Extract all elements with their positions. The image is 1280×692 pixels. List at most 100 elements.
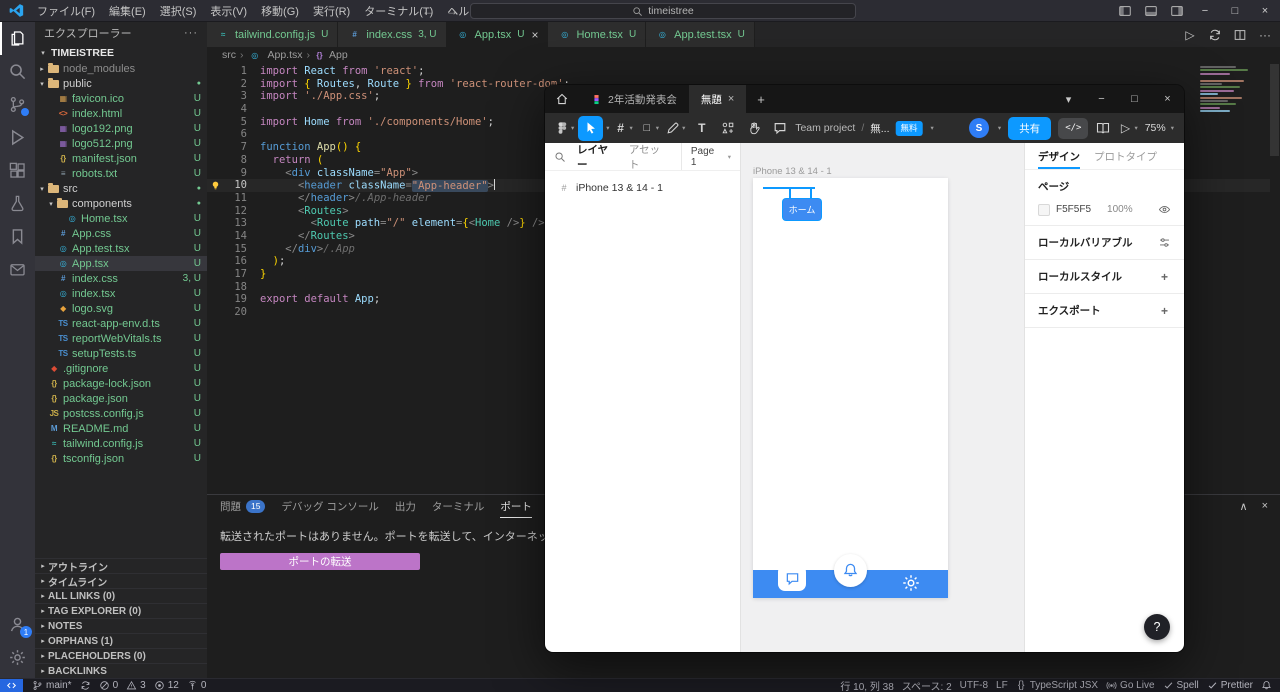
status-TypeScript-JSX[interactable]: {} TypeScript JSX <box>1012 679 1102 692</box>
search-icon[interactable] <box>554 151 566 163</box>
breadcrumb-App.tsx[interactable]: App.tsx <box>268 49 303 61</box>
new-tab-button[interactable]: + <box>746 92 776 107</box>
frame-label[interactable]: iPhone 13 & 14 - 1 <box>753 166 832 177</box>
status-LF[interactable]: LF <box>992 679 1012 692</box>
share-button[interactable]: 共有 <box>1008 116 1052 140</box>
bell-icon[interactable] <box>834 554 867 587</box>
activity-run-debug[interactable] <box>0 121 35 154</box>
file-.gitignore[interactable]: ◆ .gitignore U <box>35 361 207 376</box>
file-logo192.png[interactable]: ▦ logo192.png U <box>35 121 207 136</box>
status-スペース:-2[interactable]: スペース: 2 <box>898 679 956 692</box>
pen-tool[interactable]: ▾ <box>663 116 688 141</box>
maximize-button[interactable]: □ <box>1118 85 1151 113</box>
library-icon[interactable] <box>1095 120 1111 136</box>
more-actions-icon[interactable]: ··· <box>184 27 198 39</box>
layer-item[interactable]: # iPhone 13 & 14 - 1 <box>545 175 740 200</box>
chevron-down-icon[interactable]: ▾ <box>998 124 1001 132</box>
project-root[interactable]: ▾ TIMEISTREE <box>35 44 207 61</box>
resources-tool[interactable] <box>715 116 740 141</box>
tab-App.tsx[interactable]: ◎ App.tsx U × <box>446 22 549 47</box>
close-panel-icon[interactable]: × <box>1262 500 1268 513</box>
figma-tab-untitled[interactable]: 無題 × <box>688 85 747 113</box>
section-NOTES[interactable]: ▸ NOTES <box>35 618 207 633</box>
scrollbar[interactable] <box>1270 64 1279 156</box>
file-package-lock.json[interactable]: {} package-lock.json U <box>35 376 207 391</box>
activity-source-control[interactable] <box>0 88 35 121</box>
text-tool[interactable]: T <box>689 116 714 141</box>
menu-item[interactable]: 選択(S) <box>153 0 204 21</box>
shape-tool[interactable]: □ ▾ <box>637 116 662 141</box>
status-3[interactable]: 3 <box>122 679 150 692</box>
file-App.test.tsx[interactable]: ◎ App.test.tsx U <box>35 241 207 256</box>
maximize-button[interactable]: □ <box>1220 0 1250 22</box>
activity-testing[interactable] <box>0 187 35 220</box>
split-editor-icon[interactable] <box>1233 28 1247 42</box>
tab-tailwind.config.js[interactable]: ≈ tailwind.config.js U <box>207 22 339 47</box>
panel-tab-出力[interactable]: 出力 <box>395 495 416 518</box>
status-UTF-8[interactable]: UTF-8 <box>956 679 992 692</box>
tab-prototype[interactable]: プロトタイプ <box>1094 149 1157 164</box>
figma-canvas[interactable]: iPhone 13 & 14 - 1 ホーム <box>741 143 1024 652</box>
file-breadcrumb[interactable]: Team project / 無... 無料 ▾ <box>795 113 934 143</box>
status-sync[interactable] <box>76 679 95 692</box>
toggle-panel-icon[interactable] <box>1138 0 1164 22</box>
minimize-button[interactable]: − <box>1190 0 1220 22</box>
section-BACKLINKS[interactable]: ▸ BACKLINKS <box>35 663 207 678</box>
file-App.tsx[interactable]: ◎ App.tsx U <box>35 256 207 271</box>
comment-tool[interactable] <box>767 116 792 141</box>
sync-icon[interactable] <box>1208 28 1222 42</box>
file-package.json[interactable]: {} package.json U <box>35 391 207 406</box>
page-color-swatch[interactable] <box>1038 203 1050 216</box>
section-PLACEHOLDERS (0)[interactable]: ▸ PLACEHOLDERS (0) <box>35 648 207 663</box>
status-0[interactable]: 0 <box>183 679 211 692</box>
panel-tab-ターミナル[interactable]: ターミナル <box>432 495 485 518</box>
forward-icon[interactable]: → <box>446 4 458 18</box>
status-Go-Live[interactable]: Go Live <box>1102 679 1158 692</box>
menu-item[interactable]: 実行(R) <box>306 0 357 21</box>
main-menu-button[interactable]: ▾ <box>552 116 577 141</box>
section-タイムライン[interactable]: ▸ タイムライン <box>35 573 207 589</box>
file-react-app-env.d.ts[interactable]: TS react-app-env.d.ts U <box>35 316 207 331</box>
toggle-sidebar-icon[interactable] <box>1112 0 1138 22</box>
file-reportWebVitals.ts[interactable]: TS reportWebVitals.ts U <box>35 331 207 346</box>
activity-extensions[interactable] <box>0 154 35 187</box>
add-export-button[interactable]: + <box>1158 304 1171 318</box>
section-TAG EXPLORER (0)[interactable]: ▸ TAG EXPLORER (0) <box>35 603 207 618</box>
maximize-panel-icon[interactable]: ∧ <box>1240 500 1248 513</box>
tab-App.test.tsx[interactable]: ◎ App.test.tsx U <box>646 22 755 47</box>
figma-tab-presentation[interactable]: 2年活動発表会 <box>579 85 689 113</box>
activity-settings[interactable] <box>0 641 35 674</box>
status-12[interactable]: 12 <box>150 679 183 692</box>
move-tool[interactable] <box>578 115 604 141</box>
file-setupTests.ts[interactable]: TS setupTests.ts U <box>35 346 207 361</box>
close-icon[interactable]: × <box>531 29 538 41</box>
breadcrumb-App[interactable]: App <box>329 49 348 61</box>
file-App.css[interactable]: # App.css U <box>35 226 207 241</box>
minimize-button[interactable]: − <box>1085 85 1118 113</box>
file-index.html[interactable]: <> index.html U <box>35 106 207 121</box>
chevron-down-icon[interactable]: ▾ <box>1052 85 1085 113</box>
file-index.css[interactable]: # index.css 3, U <box>35 271 207 286</box>
activity-search[interactable] <box>0 55 35 88</box>
iphone-frame[interactable]: ホーム <box>753 178 948 598</box>
search-input[interactable]: timeistree <box>470 3 856 19</box>
status-main*[interactable]: main* <box>28 679 76 692</box>
zoom-menu[interactable]: 75% ▾ <box>1145 122 1174 134</box>
activity-bookmarks[interactable] <box>0 220 35 253</box>
file-src[interactable]: ▾ src ● <box>35 181 207 196</box>
tab-layers[interactable]: レイヤー <box>577 142 618 172</box>
eye-icon[interactable] <box>1158 203 1171 216</box>
home-button-element[interactable]: ホーム <box>783 199 821 220</box>
file-logo.svg[interactable]: ◆ logo.svg U <box>35 301 207 316</box>
breadcrumb-src[interactable]: src <box>222 49 236 61</box>
file-node_modules[interactable]: ▸ node_modules <box>35 61 207 76</box>
file-tsconfig.json[interactable]: {} tsconfig.json U <box>35 451 207 466</box>
page-selector[interactable]: Page 1 ▾ <box>680 143 731 170</box>
file-logo512.png[interactable]: ▦ logo512.png U <box>35 136 207 151</box>
page-color-value[interactable]: F5F5F5 <box>1056 204 1091 215</box>
menu-item[interactable]: ファイル(F) <box>30 0 102 21</box>
close-button[interactable]: × <box>1250 0 1280 22</box>
gear-icon[interactable] <box>901 573 921 593</box>
file-public[interactable]: ▾ public ● <box>35 76 207 91</box>
help-button[interactable]: ? <box>1144 614 1170 640</box>
